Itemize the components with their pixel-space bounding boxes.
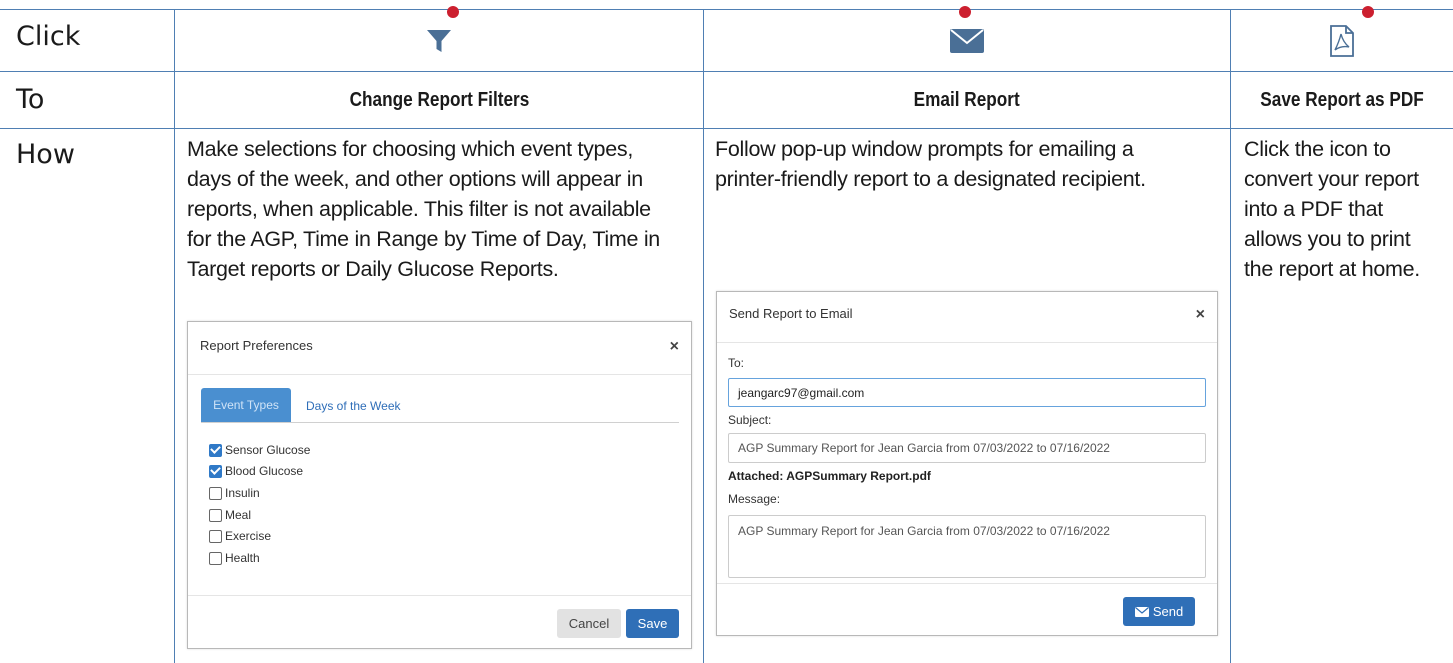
checkbox-label: Health	[225, 551, 260, 565]
to-label: To:	[728, 356, 745, 370]
checkbox-label: Exercise	[225, 529, 272, 543]
checkbox-unchecked[interactable]	[209, 551, 222, 565]
envelope-icon[interactable]	[950, 28, 984, 53]
description-line: reports, when applicable. This filter is…	[187, 197, 651, 221]
row-divider	[0, 128, 1453, 129]
description-line: Make selections for choosing which event…	[187, 137, 633, 161]
heading-email-report: Email Report	[913, 88, 1021, 111]
row-label-to: To	[16, 84, 45, 115]
subject-input[interactable]: AGP Summary Report for Jean Garcia from …	[728, 433, 1206, 463]
checkbox-exercise[interactable]: Exercise	[209, 529, 271, 543]
checkbox-checked[interactable]	[209, 464, 222, 478]
send-email-modal: Send Report to Email × To: jeangarc97@gm…	[716, 291, 1218, 636]
email-cell	[704, 10, 1230, 71]
modal-title: Report Preferences	[200, 338, 313, 353]
description-line: into a PDF that	[1244, 197, 1383, 221]
checkbox-checked[interactable]	[209, 443, 222, 457]
message-label: Message:	[728, 492, 781, 506]
heading-save-pdf: Save Report as PDF	[1260, 88, 1424, 111]
filter-icon[interactable]	[426, 28, 452, 54]
modal-divider	[188, 374, 691, 375]
modal-title: Send Report to Email	[729, 306, 853, 321]
modal-divider	[188, 595, 691, 596]
checkbox-insulin[interactable]: Insulin	[209, 486, 260, 500]
description-filters: Make selections for choosing which event…	[187, 134, 697, 284]
heading-cell: Save Report as PDF	[1231, 72, 1453, 128]
pdf-icon[interactable]	[1329, 24, 1355, 57]
description-line: printer-friendly report to a designated …	[715, 167, 1146, 191]
tab-underline	[201, 422, 679, 423]
checkbox-unchecked[interactable]	[209, 508, 222, 522]
message-textarea-value: AGP Summary Report for Jean Garcia from …	[738, 524, 1110, 538]
subject-input-value: AGP Summary Report for Jean Garcia from …	[738, 441, 1110, 455]
close-icon[interactable]: ×	[670, 338, 679, 356]
modal-divider	[717, 342, 1217, 343]
report-preferences-modal: Report Preferences × Event Types Days of…	[187, 321, 692, 649]
checkbox-health[interactable]: Health	[209, 551, 260, 565]
close-icon[interactable]: ×	[1196, 306, 1205, 324]
row-label-click: Click	[16, 21, 81, 52]
tab-event-types[interactable]: Event Types	[201, 388, 291, 422]
description-line: Follow pop-up window prompts for emailin…	[715, 137, 1134, 161]
to-input-value: jeangarc97@gmail.com	[738, 385, 865, 400]
heading-cell: Email Report	[704, 72, 1230, 128]
checkbox-blood-glucose[interactable]: Blood Glucose	[209, 464, 303, 478]
description-pdf: Click the icon to convert your report in…	[1244, 134, 1449, 284]
heading-change-filters: Change Report Filters	[349, 88, 529, 111]
checkbox-meal[interactable]: Meal	[209, 508, 251, 522]
description-line: Target reports or Daily Glucose Reports.	[187, 257, 559, 281]
description-line: Click the icon to	[1244, 137, 1391, 161]
description-line: convert your report	[1244, 167, 1419, 191]
checkbox-unchecked[interactable]	[209, 486, 222, 500]
save-button[interactable]: Save	[626, 609, 679, 638]
subject-label: Subject:	[728, 413, 772, 427]
checkbox-label: Sensor Glucose	[225, 443, 311, 457]
envelope-icon	[1134, 606, 1149, 617]
message-textarea[interactable]: AGP Summary Report for Jean Garcia from …	[728, 515, 1206, 578]
checkbox-label: Blood Glucose	[225, 464, 304, 478]
checkbox-sensor-glucose[interactable]: Sensor Glucose	[209, 443, 310, 457]
checkbox-label: Meal	[225, 508, 252, 522]
send-button-label: Send	[1152, 604, 1184, 619]
heading-cell: Change Report Filters	[175, 72, 703, 128]
send-button[interactable]: Send	[1123, 597, 1195, 626]
checkbox-label: Insulin	[225, 486, 260, 500]
cancel-button[interactable]: Cancel	[557, 609, 621, 638]
filter-cell	[175, 10, 703, 71]
description-email: Follow pop-up window prompts for emailin…	[715, 134, 1225, 194]
to-input[interactable]: jeangarc97@gmail.com	[728, 378, 1206, 407]
checkbox-unchecked[interactable]	[209, 529, 222, 543]
tab-days-of-week[interactable]: Days of the Week	[306, 399, 401, 413]
description-line: the report at home.	[1244, 257, 1420, 281]
row-label-how: How	[16, 139, 75, 170]
attachment-label: Attached: AGPSummary Report.pdf	[728, 469, 931, 483]
description-line: days of the week, and other options will…	[187, 167, 643, 191]
pdf-cell	[1231, 10, 1453, 71]
description-line: for the AGP, Time in Range by Time of Da…	[187, 227, 660, 251]
modal-divider	[717, 583, 1217, 584]
description-line: allows you to print	[1244, 227, 1411, 251]
